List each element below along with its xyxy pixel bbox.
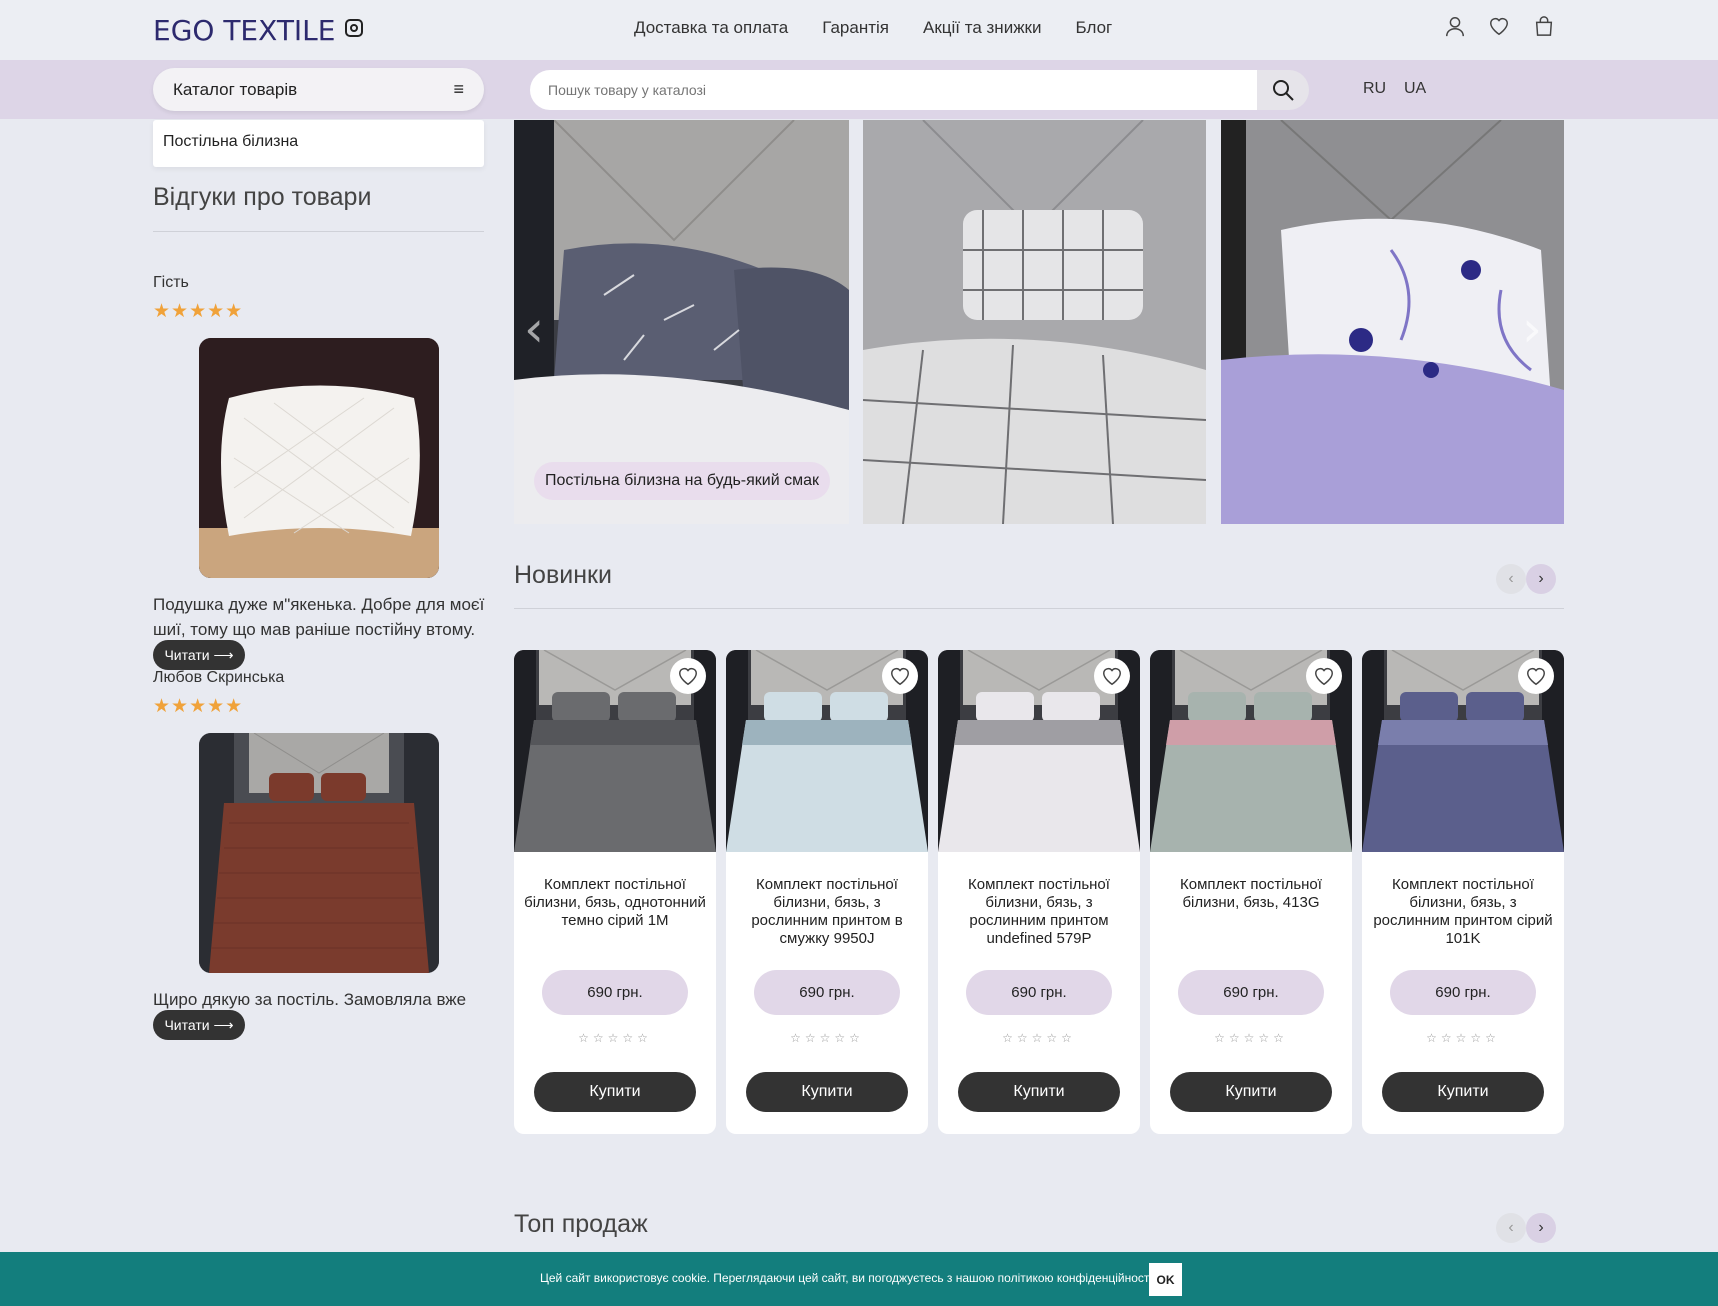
read-review-button[interactable]: Читати ⟶	[153, 1010, 245, 1040]
buy-button[interactable]: Купити	[958, 1072, 1120, 1112]
product-rating: ☆☆☆☆☆	[1426, 1031, 1500, 1045]
reviews-title: Відгуки про товари	[153, 183, 372, 211]
product-title[interactable]: Комплект постільної білизни, бязь, однот…	[524, 876, 706, 930]
heart-icon	[1527, 667, 1545, 686]
review-stars: ★★★★★	[153, 301, 244, 322]
heart-icon[interactable]	[1488, 15, 1510, 37]
buy-button[interactable]: Купити	[1170, 1072, 1332, 1112]
product-card[interactable]: Комплект постільної білизни, бязь, з рос…	[938, 650, 1140, 1134]
review-text: Подушка дуже м"якенька. Добре для моєї ш…	[153, 595, 485, 639]
user-icon[interactable]	[1444, 15, 1466, 37]
cookie-text: Цей сайт використовує cookie. Переглядаю…	[540, 1271, 1156, 1285]
heart-icon	[1103, 667, 1121, 686]
buy-button[interactable]: Купити	[746, 1072, 908, 1112]
product-price: 690 грн.	[1178, 970, 1324, 1015]
add-to-wishlist-button[interactable]	[882, 658, 918, 694]
category-item-bedding[interactable]: Постільна білизна	[153, 120, 484, 167]
product-card[interactable]: Комплект постільної білизни, бязь, з рос…	[1362, 650, 1564, 1134]
review-image-pillow[interactable]	[199, 338, 439, 578]
add-to-wishlist-button[interactable]	[1518, 658, 1554, 694]
instagram-icon[interactable]	[345, 19, 363, 37]
section-title-top: Топ продаж	[514, 1210, 648, 1238]
product-title[interactable]: Комплект постільної білизни, бязь, з рос…	[736, 876, 918, 948]
review-author: Гість	[153, 274, 189, 291]
divider	[153, 231, 484, 232]
lang-ru[interactable]: RU	[1363, 80, 1386, 98]
cookie-banner: Цей сайт використовує cookie. Переглядаю…	[0, 1252, 1718, 1306]
product-card[interactable]: Комплект постільної білизни, бязь, однот…	[514, 650, 716, 1134]
nav-warranty[interactable]: Гарантія	[822, 18, 889, 38]
catalog-button[interactable]: Каталог товарів ≡	[153, 68, 484, 111]
search-input[interactable]	[530, 70, 1257, 110]
site-logo[interactable]: EGO TEXTILE	[153, 14, 335, 47]
product-rating: ☆☆☆☆☆	[1214, 1031, 1288, 1045]
cart-icon[interactable]	[1533, 15, 1555, 37]
lang-ua[interactable]: UA	[1404, 80, 1426, 98]
divider	[514, 608, 1564, 609]
product-card[interactable]: Комплект постільної білизни, бязь, з рос…	[726, 650, 928, 1134]
cookie-ok-button[interactable]: OK	[1149, 1263, 1182, 1296]
search-button[interactable]	[1257, 70, 1309, 110]
main-nav: Доставка та оплата Гарантія Акції та зни…	[634, 18, 1112, 38]
product-price: 690 грн.	[542, 970, 688, 1015]
product-rating: ☆☆☆☆☆	[1002, 1031, 1076, 1045]
catalog-label: Каталог товарів	[173, 79, 298, 99]
nav-blog[interactable]: Блог	[1076, 18, 1113, 38]
product-rating: ☆☆☆☆☆	[790, 1031, 864, 1045]
product-price: 690 грн.	[966, 970, 1112, 1015]
top-next-button[interactable]: ›	[1526, 1213, 1556, 1243]
section-title-new: Новинки	[514, 561, 612, 589]
heart-icon	[1315, 667, 1333, 686]
product-price: 690 грн.	[754, 970, 900, 1015]
menu-icon: ≡	[453, 79, 464, 99]
heart-icon	[891, 667, 909, 686]
add-to-wishlist-button[interactable]	[1306, 658, 1342, 694]
site-header: EGO TEXTILE Доставка та оплата Гарантія …	[0, 0, 1718, 60]
heart-icon	[679, 667, 697, 686]
buy-button[interactable]: Купити	[1382, 1072, 1544, 1112]
search-icon	[1273, 80, 1294, 101]
product-title[interactable]: Комплект постільної білизни, бязь, 413G	[1160, 876, 1342, 912]
new-next-button[interactable]: ›	[1526, 564, 1556, 594]
hero-prev-arrow[interactable]: ‹	[524, 300, 544, 358]
review-image-bedding[interactable]	[199, 733, 439, 973]
buy-button[interactable]: Купити	[534, 1072, 696, 1112]
add-to-wishlist-button[interactable]	[1094, 658, 1130, 694]
nav-promotions[interactable]: Акції та знижки	[923, 18, 1042, 38]
add-to-wishlist-button[interactable]	[670, 658, 706, 694]
product-card[interactable]: Комплект постільної білизни, бязь, 413G …	[1150, 650, 1352, 1134]
hero-caption: Постільна білизна на будь-який смак	[534, 462, 830, 500]
hero-next-arrow[interactable]: ›	[1522, 300, 1542, 358]
product-price: 690 грн.	[1390, 970, 1536, 1015]
review-stars: ★★★★★	[153, 696, 244, 717]
review-author: Любов Скринська	[153, 669, 285, 686]
product-title[interactable]: Комплект постільної білизни, бязь, з рос…	[948, 876, 1130, 948]
hero-image-leaves	[1221, 120, 1564, 524]
product-title[interactable]: Комплект постільної білизни, бязь, з рос…	[1372, 876, 1554, 948]
hero-image-checkered	[863, 120, 1206, 524]
top-prev-button[interactable]: ‹	[1496, 1213, 1526, 1243]
product-rating: ☆☆☆☆☆	[578, 1031, 652, 1045]
nav-delivery[interactable]: Доставка та оплата	[634, 18, 788, 38]
read-review-button[interactable]: Читати ⟶	[153, 640, 245, 670]
new-prev-button[interactable]: ‹	[1496, 564, 1526, 594]
